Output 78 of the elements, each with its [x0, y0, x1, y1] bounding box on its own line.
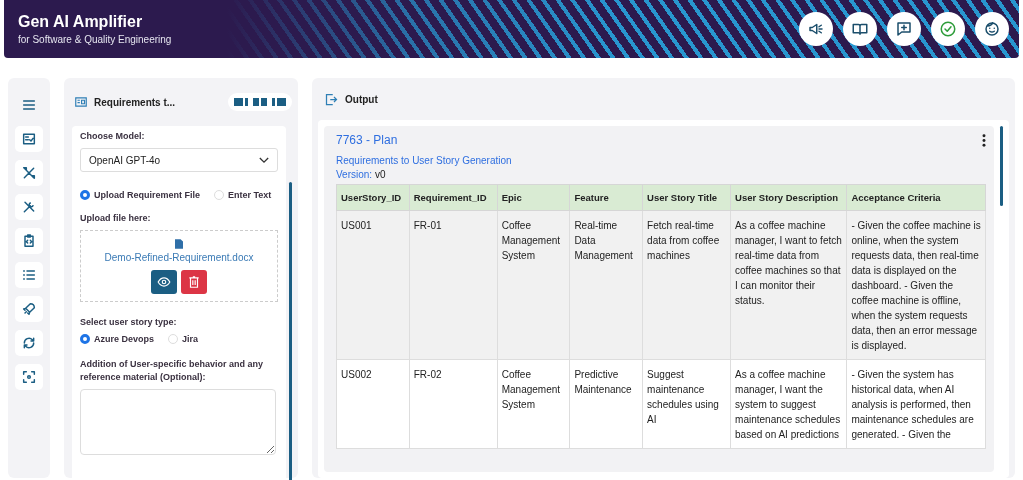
export-icon: [324, 91, 339, 107]
radio-option[interactable]: Enter Text: [214, 190, 272, 200]
header-action-button[interactable]: [931, 12, 965, 46]
panel-title: Output: [345, 93, 378, 105]
rail-button[interactable]: [15, 194, 43, 220]
radio-button[interactable]: [80, 334, 90, 344]
rail-button[interactable]: [15, 262, 43, 288]
table-cell: - Given the coffee machine is online, when the system requests data, then real-time data is displayed on the dashboard. - Given the coffee machine is offline, when the system requests data, then an error message is displayed.: [846, 210, 986, 360]
header-action-button[interactable]: [975, 12, 1009, 46]
table-cell: US001: [336, 210, 410, 360]
table-cell: As a coffee machine manager, I want the system to suggest maintenance schedules based on AI predictions: [730, 359, 847, 449]
menu-icon: [21, 97, 37, 113]
more-options-icon[interactable]: [982, 133, 986, 147]
focus-icon: [21, 369, 37, 385]
column-header: UserStory_ID: [336, 184, 410, 211]
rail-button[interactable]: [15, 126, 43, 152]
table-cell: Real-time Data Management: [569, 210, 643, 360]
rail-button[interactable]: [15, 160, 43, 186]
column-header: Epic: [497, 184, 570, 211]
radio-button[interactable]: [80, 190, 90, 200]
delete-button[interactable]: [181, 269, 207, 294]
list-icon: [21, 267, 37, 283]
field-label: Upload file here:: [80, 212, 152, 225]
table-cell: FR-01: [409, 210, 498, 360]
version-label: Version:: [336, 169, 373, 180]
radio-option[interactable]: Jira: [168, 334, 199, 344]
column-header: Feature: [569, 184, 643, 211]
card-subtitle: Requirements to User Story Generation: [336, 155, 513, 166]
notes-input-field[interactable]: [80, 389, 276, 455]
view-button[interactable]: [151, 269, 177, 294]
trash-icon: [187, 274, 201, 289]
table-cell: Coffee Management System: [497, 210, 570, 360]
chevron-down-icon: [259, 156, 269, 164]
rail-button[interactable]: [15, 296, 43, 322]
app-title: Gen AI Amplifier: [18, 13, 144, 31]
word-file-icon: [175, 238, 183, 249]
column-header: Requirement_ID: [409, 184, 498, 211]
radio-option[interactable]: Azure Devops: [80, 334, 155, 344]
tools-icon: [21, 199, 37, 215]
eye-icon: [157, 274, 171, 289]
column-header: User Story Title: [642, 184, 731, 211]
header-action-button[interactable]: [799, 12, 833, 46]
sync-icon: [21, 335, 37, 351]
table-cell: Predictive Maintenance: [569, 359, 643, 449]
checklist-icon: [21, 131, 37, 147]
column-header: Acceptance Criteria: [846, 184, 986, 211]
field-label: Select user story type:: [80, 316, 178, 329]
comment-plus-icon: [895, 20, 913, 38]
radio-option[interactable]: Upload Requirement File: [80, 190, 200, 200]
field-label: Choose Model:: [80, 130, 146, 143]
rail-button[interactable]: [15, 364, 43, 390]
version-value: v0: [374, 169, 386, 180]
code-clipboard-icon: [21, 233, 37, 249]
layout-split-icon[interactable]: [253, 98, 267, 106]
panel-title: Requirements t...: [94, 96, 177, 108]
table-cell: Fetch real-time data from coffee machines: [642, 210, 731, 360]
plan-title: 7763 - Plan: [336, 133, 398, 147]
table-cell: - Given the system has historical data, when AI analysis is performed, then maintenance schedules are generated. - Given the: [846, 359, 986, 449]
document-panel-icon: [74, 95, 88, 109]
upload-area[interactable]: Demo-Refined-Requirement.docx: [80, 230, 278, 302]
table-cell: FR-02: [409, 359, 498, 449]
table-cell: Suggest maintenance schedules using AI: [642, 359, 731, 449]
rail-button[interactable]: [15, 228, 43, 254]
field-label: Addition of User-specific behavior and any reference material (Optional):: [80, 358, 265, 384]
face-icon: [983, 20, 1001, 38]
header-action-button[interactable]: [887, 12, 921, 46]
layout-right-icon[interactable]: [272, 98, 286, 106]
header-action-button[interactable]: [843, 12, 877, 46]
model-dropdown[interactable]: OpenAI GPT-4o: [80, 148, 278, 172]
app-subtitle: for Software & Quality Engineering: [18, 34, 172, 45]
rail-button[interactable]: [15, 330, 43, 356]
column-header: User Story Description: [730, 184, 847, 211]
table-cell: US002: [336, 359, 410, 449]
layout-left-icon[interactable]: [234, 98, 248, 106]
file-name-link[interactable]: Demo-Refined-Requirement.docx: [104, 251, 254, 263]
table-cell: Coffee Management System: [497, 359, 570, 449]
crossed-tools-icon: [21, 165, 37, 181]
table-cell: As a coffee machine manager, I want to fetch real-time data from coffee machines so that I can monitor their status.: [730, 210, 847, 360]
